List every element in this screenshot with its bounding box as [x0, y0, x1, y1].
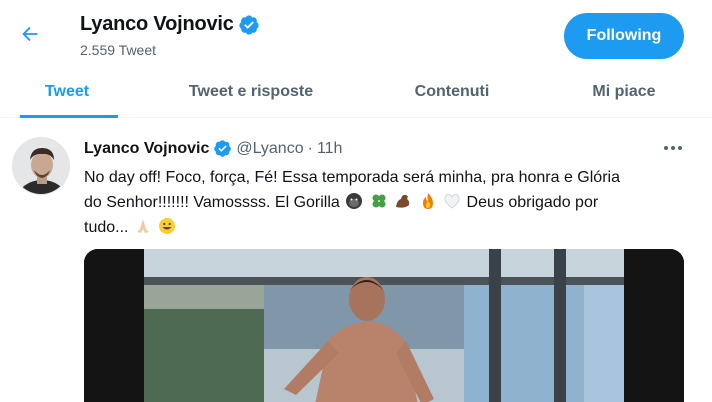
avatar-image [13, 138, 69, 194]
video-thumbnail [84, 249, 684, 402]
tweet-handle[interactable]: @Lyanco [236, 140, 303, 158]
white-heart-emoji [444, 193, 460, 209]
tweet-author-name[interactable]: Lyanco Vojnovic [84, 140, 209, 158]
tweet-count: 2.559 Tweet [80, 42, 157, 58]
tweet-item[interactable]: Lyanco Vojnovic @Lyanco · 11h No day off… [0, 119, 712, 402]
tweet-video[interactable] [84, 249, 684, 402]
tweet-text-segment: Deus obrigado por [466, 194, 599, 211]
tweet-text-segment: tudo... [84, 219, 129, 236]
following-button[interactable]: Following [564, 13, 684, 59]
more-options-button[interactable] [660, 138, 686, 158]
tab-contenuti[interactable]: Contenuti [368, 66, 536, 118]
grinning-face-emoji [159, 218, 176, 234]
tab-tweet[interactable]: Tweet [0, 66, 134, 118]
flexed-biceps-emoji [396, 194, 410, 208]
tab-mi-piace[interactable]: Mi piace [536, 66, 712, 118]
profile-tabs: Tweet Tweet e risposte Contenuti Mi piac… [0, 66, 712, 118]
tweet-timestamp[interactable]: 11h [317, 140, 343, 158]
active-tab-indicator [20, 115, 118, 118]
profile-header: Lyanco Vojnovic 2.559 Tweet Following [0, 0, 712, 66]
tweet-text-segment: do Senhor!!!!!!! Vamossss. El Gorilla [84, 194, 340, 211]
tweet-header: Lyanco Vojnovic @Lyanco · 11h [84, 139, 342, 158]
more-horizontal-icon [664, 146, 682, 150]
arrow-left-icon [22, 26, 38, 42]
fire-emoji [422, 193, 433, 209]
tweet-text-line-3: tudo... [84, 215, 684, 240]
profile-name: Lyanco Vojnovic [80, 13, 234, 35]
tweet-text-line-2: do Senhor!!!!!!! Vamossss. El Gorilla De… [84, 190, 684, 215]
back-button[interactable] [12, 16, 48, 52]
tab-tweet-e-risposte[interactable]: Tweet e risposte [134, 66, 368, 118]
verified-badge-icon [214, 140, 232, 157]
folded-hands-emoji [136, 219, 149, 233]
tweet-text: No day off! Foco, força, Fé! Essa tempor… [84, 165, 684, 240]
tweet-text-line-1: No day off! Foco, força, Fé! Essa tempor… [84, 169, 620, 186]
gorilla-emoji [346, 193, 363, 209]
separator-dot: · [307, 139, 313, 157]
clover-emoji [372, 194, 386, 208]
verified-badge-icon [239, 14, 259, 35]
avatar[interactable] [12, 137, 70, 195]
profile-name-row: Lyanco Vojnovic [80, 13, 260, 36]
